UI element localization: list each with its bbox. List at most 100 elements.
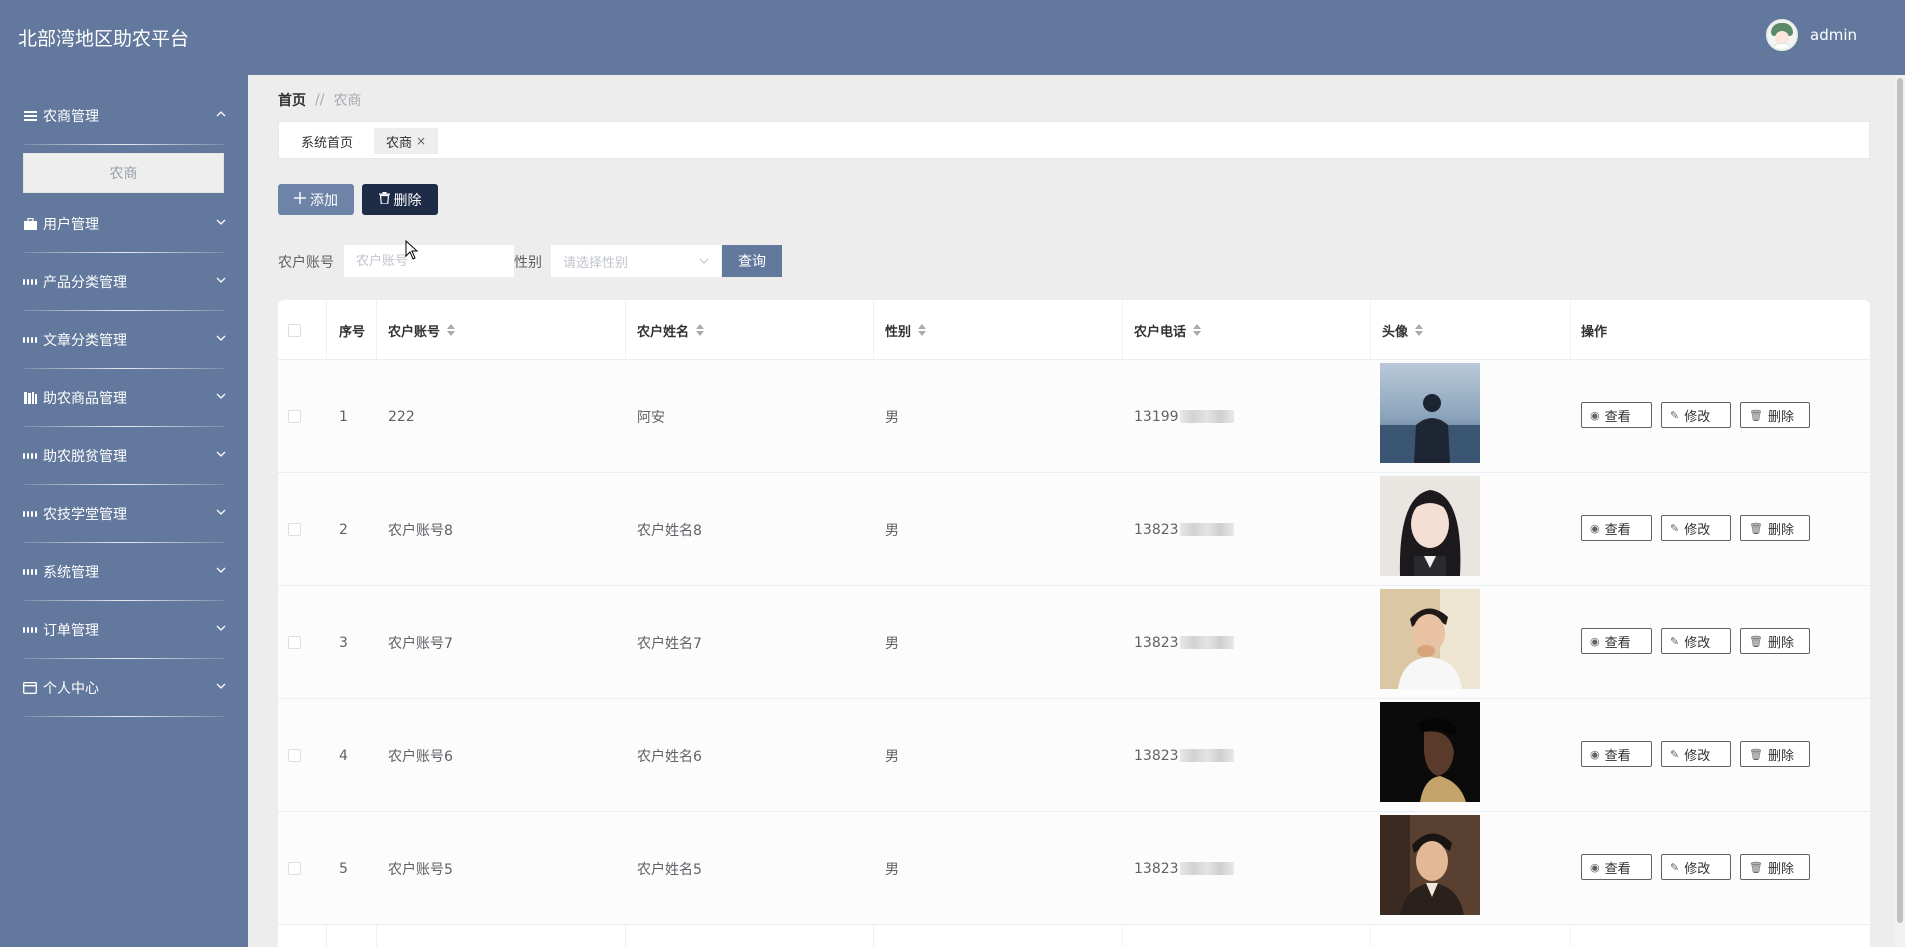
sidebar-item-agri-school[interactable]: 农技学堂管理 bbox=[0, 485, 248, 543]
cell-index: 1 bbox=[339, 408, 348, 425]
cell-phone: 13823 bbox=[1134, 586, 1234, 699]
sidebar-item-user-management[interactable]: 用户管理 bbox=[0, 195, 248, 253]
row-actions: ◉ 查看 ✎ 修改 🗑 删除 bbox=[1581, 854, 1819, 880]
edit-icon: ✎ bbox=[1670, 747, 1680, 761]
sidebar-item-product-category[interactable]: 产品分类管理 bbox=[0, 253, 248, 311]
cell-gender: 男 bbox=[885, 861, 899, 878]
view-button[interactable]: ◉ 查看 bbox=[1581, 741, 1652, 767]
trash-icon: 🗑 bbox=[1749, 860, 1763, 874]
eye-icon: ◉ bbox=[1590, 634, 1600, 648]
tab-system-home[interactable]: 系统首页 bbox=[289, 128, 365, 154]
edit-icon: ✎ bbox=[1670, 521, 1680, 535]
chevron-down-icon bbox=[699, 258, 709, 264]
column-header-index: 序号 bbox=[339, 324, 366, 340]
sidebar-item-goods-management[interactable]: 助农商品管理 bbox=[0, 369, 248, 427]
select-all-checkbox[interactable] bbox=[288, 323, 301, 337]
query-button[interactable]: 查询 bbox=[722, 245, 782, 277]
sort-icon[interactable] bbox=[917, 324, 927, 336]
column-header-name[interactable]: 农户姓名 bbox=[637, 300, 705, 360]
sidebar-item-merchant-management[interactable]: 农商管理 bbox=[0, 87, 248, 145]
delete-button[interactable]: 🗑 删除 bbox=[1740, 402, 1810, 428]
books-icon bbox=[23, 391, 37, 405]
grid-icon bbox=[23, 565, 37, 579]
redacted-digits bbox=[1179, 523, 1234, 536]
avatar-photo[interactable] bbox=[1380, 815, 1480, 915]
briefcase-icon bbox=[23, 217, 37, 231]
page-scrollbar-thumb[interactable] bbox=[1897, 78, 1903, 923]
user-avatar[interactable] bbox=[1766, 19, 1798, 51]
sort-icon[interactable] bbox=[1192, 324, 1202, 336]
top-header: 北部湾地区助农平台 admin bbox=[0, 0, 1905, 75]
avatar-photo[interactable] bbox=[1380, 363, 1480, 463]
account-search-input[interactable] bbox=[344, 245, 514, 277]
trash-icon: 🗑 bbox=[1749, 634, 1763, 648]
grid-icon bbox=[23, 507, 37, 521]
column-header-avatar[interactable]: 头像 bbox=[1382, 300, 1424, 360]
view-button[interactable]: ◉ 查看 bbox=[1581, 515, 1652, 541]
row-actions: ◉ 查看 ✎ 修改 🗑 删除 bbox=[1581, 741, 1819, 767]
sort-icon[interactable] bbox=[695, 324, 705, 336]
view-button[interactable]: ◉ 查看 bbox=[1581, 402, 1652, 428]
delete-button[interactable]: 🗑 删除 bbox=[1740, 741, 1810, 767]
sort-icon[interactable] bbox=[1414, 324, 1424, 336]
delete-button[interactable]: 🗑 删除 bbox=[1740, 854, 1810, 880]
sidebar-item-personal-center[interactable]: 个人中心 bbox=[0, 659, 248, 717]
sidebar-item-label: 农商管理 bbox=[43, 109, 99, 125]
username[interactable]: admin bbox=[1810, 26, 1857, 44]
cell-account: 农户账号5 bbox=[388, 861, 453, 878]
edit-button[interactable]: ✎ 修改 bbox=[1661, 515, 1731, 541]
sidebar-item-poverty-relief[interactable]: 助农脱贫管理 bbox=[0, 427, 248, 485]
select-all-cell[interactable] bbox=[288, 300, 301, 360]
cell-name: 阿安 bbox=[637, 409, 665, 426]
cell-gender: 男 bbox=[885, 635, 899, 652]
cell-phone: 13823 bbox=[1134, 473, 1234, 586]
tab-merchant[interactable]: 农商 × bbox=[374, 128, 439, 154]
gender-select-placeholder: 请选择性别 bbox=[563, 255, 629, 271]
row-checkbox[interactable] bbox=[288, 749, 301, 762]
row-checkbox[interactable] bbox=[288, 410, 301, 423]
plus-icon bbox=[294, 191, 306, 208]
sidebar-item-order-management[interactable]: 订单管理 bbox=[0, 601, 248, 659]
delete-button-label: 删除 bbox=[393, 192, 422, 209]
redacted-digits bbox=[1179, 636, 1234, 649]
row-checkbox[interactable] bbox=[288, 523, 301, 536]
batch-delete-button[interactable]: 删除 bbox=[362, 184, 438, 215]
row-checkbox[interactable] bbox=[288, 636, 301, 649]
delete-button[interactable]: 🗑 删除 bbox=[1740, 628, 1810, 654]
column-header-account[interactable]: 农户账号 bbox=[388, 300, 456, 360]
trash-icon: 🗑 bbox=[1749, 408, 1763, 422]
data-table: 序号 农户账号 农户姓名 性别 农户电话 头像 操作 1 222 阿安 男 13… bbox=[278, 300, 1870, 947]
delete-button[interactable]: 🗑 删除 bbox=[1740, 515, 1810, 541]
eye-icon: ◉ bbox=[1590, 408, 1600, 422]
column-header-gender[interactable]: 性别 bbox=[885, 300, 927, 360]
add-button[interactable]: 添加 bbox=[278, 184, 354, 215]
user-menu[interactable]: admin bbox=[1766, 19, 1857, 51]
view-button[interactable]: ◉ 查看 bbox=[1581, 854, 1652, 880]
sort-icon[interactable] bbox=[446, 324, 456, 336]
breadcrumb-home[interactable]: 首页 bbox=[278, 90, 306, 110]
grid-icon bbox=[23, 333, 37, 347]
edit-button[interactable]: ✎ 修改 bbox=[1661, 402, 1731, 428]
trash-icon bbox=[378, 191, 390, 208]
view-button[interactable]: ◉ 查看 bbox=[1581, 628, 1652, 654]
cell-index: 3 bbox=[339, 634, 348, 651]
gender-label: 性别 bbox=[514, 255, 542, 271]
edit-button[interactable]: ✎ 修改 bbox=[1661, 741, 1731, 767]
sidebar-item-system-management[interactable]: 系统管理 bbox=[0, 543, 248, 601]
row-checkbox[interactable] bbox=[288, 862, 301, 875]
sidebar-item-label: 助农脱贫管理 bbox=[43, 449, 127, 465]
sidebar-item-article-category[interactable]: 文章分类管理 bbox=[0, 311, 248, 369]
cell-phone: 13199 bbox=[1134, 360, 1234, 473]
sidebar-subitem-merchant[interactable]: 农商 bbox=[23, 153, 224, 193]
avatar-photo[interactable] bbox=[1380, 589, 1480, 689]
card-icon bbox=[23, 681, 37, 695]
edit-button[interactable]: ✎ 修改 bbox=[1661, 854, 1731, 880]
gender-select[interactable]: 请选择性别 bbox=[551, 245, 721, 277]
close-icon[interactable]: × bbox=[416, 134, 426, 148]
list-icon bbox=[23, 109, 37, 123]
column-header-phone[interactable]: 农户电话 bbox=[1134, 300, 1202, 360]
avatar-photo[interactable] bbox=[1380, 476, 1480, 576]
edit-button[interactable]: ✎ 修改 bbox=[1661, 628, 1731, 654]
avatar-photo[interactable] bbox=[1380, 702, 1480, 802]
cell-account: 222 bbox=[388, 408, 415, 425]
